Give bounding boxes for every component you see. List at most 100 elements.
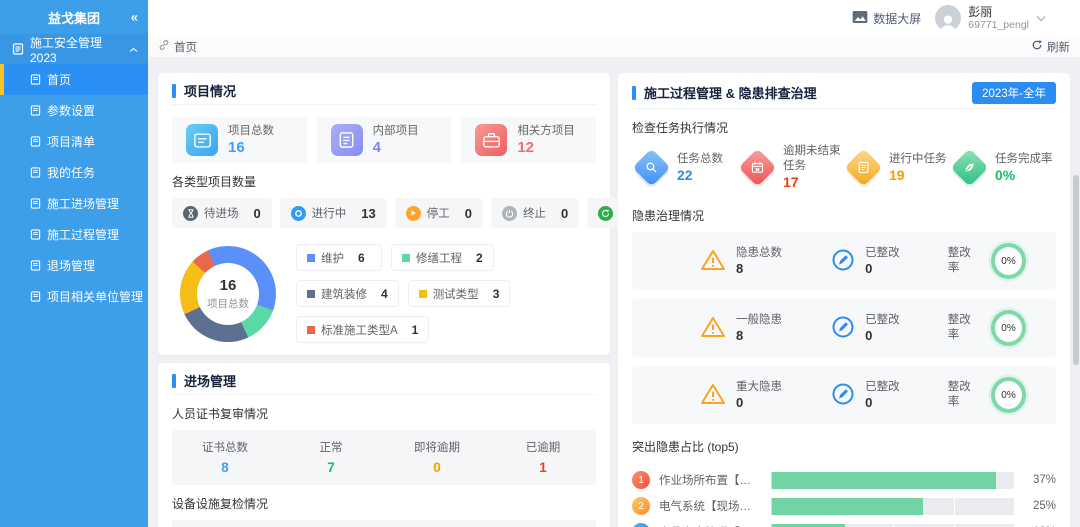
- hazard-value: 0: [736, 394, 744, 410]
- legend-value: 3: [492, 286, 500, 301]
- hazard-row-total: 隐患总数 8 已整改 0 整改率 0%: [632, 232, 1056, 290]
- hazard-bar-row: 3 食品安全管理【… 12%: [632, 519, 1056, 527]
- donut-total-label: 项目总数: [207, 297, 249, 310]
- year-filter-badge[interactable]: 2023年-全年: [972, 81, 1056, 104]
- hazard-label: 一般隐患: [736, 313, 782, 326]
- person-cert-table: 证书总数 正常 即将逾期 已逾期 8 7 0 1: [172, 430, 596, 485]
- chip-suspended[interactable]: 停工 0: [394, 198, 483, 228]
- cell-value: 1: [539, 460, 547, 475]
- sidebar-item-home[interactable]: 首页: [0, 64, 148, 95]
- sidebar-item-exit-mgmt[interactable]: 退场管理: [0, 250, 148, 281]
- edit-circle-icon: [831, 248, 855, 275]
- org-logo-row: 益戈集团 «: [0, 0, 148, 34]
- col-header: 证书总数: [202, 442, 248, 454]
- chip-in-progress[interactable]: 进行中 13: [279, 198, 387, 228]
- rank-badge: 3: [632, 523, 650, 527]
- donut-legend: 维护 6 修缮工程 2 建筑装修 4 测试类型 3 标准施工类型A 1: [296, 244, 596, 343]
- type-chips-row: 待进场 0 进行中 13 停工 0 终止 0: [172, 198, 676, 228]
- card-title-row: 进场管理: [172, 373, 596, 395]
- legend-label: 维护: [321, 252, 344, 265]
- rate-value: 0%: [1001, 389, 1016, 401]
- dashboard-app: 益戈集团 « 施工安全管理2023 首页 参数设置 项目清单 我的任务 施工进场…: [0, 0, 1080, 527]
- leaf-icon: [950, 148, 989, 187]
- task-label: 任务完成率: [995, 152, 1053, 165]
- page-scrollbar-thumb[interactable]: [1073, 175, 1079, 365]
- legend-swatch: [307, 289, 315, 298]
- avatar: [935, 5, 962, 31]
- legend-swatch: [418, 289, 427, 298]
- data-screen-link[interactable]: 数据大屏: [852, 10, 921, 27]
- entry-mgmt-title: 进场管理: [184, 374, 237, 389]
- legend-label: 修缮工程: [416, 252, 462, 265]
- cell-value: 0: [433, 460, 441, 475]
- legend-value: 1: [411, 322, 419, 337]
- chip-terminated[interactable]: 终止 0: [490, 198, 580, 228]
- legend-item: 修缮工程 2: [391, 244, 494, 271]
- hazard-value: 8: [736, 260, 744, 276]
- hazard-label: 隐患总数: [736, 246, 782, 259]
- project-type-donut-block: 16 项目总数 维护 6 修缮工程 2 建筑装修 4 测试类型 3 标准施工类型A 1: [172, 244, 596, 343]
- sidebar-item-params[interactable]: 参数设置: [0, 95, 148, 126]
- chevron-up-icon: [129, 42, 138, 56]
- stat-label: 项目总数: [228, 125, 274, 137]
- stat-label: 相关方项目: [517, 125, 575, 137]
- top-hazards-subtitle: 突出隐患占比 (top5): [632, 440, 739, 454]
- sidebar-nav: 首页 参数设置 项目清单 我的任务 施工进场管理 施工过程管理 退场管理 项目相…: [0, 64, 148, 312]
- stat-total-projects: 项目总数 16: [172, 117, 307, 163]
- cell-value: 8: [221, 460, 229, 475]
- project-overview-card: 项目情况 项目总数 16 内部项目 4 相关方项目 12 各类型项目数量 待进场…: [158, 73, 676, 355]
- hazard-value: 8: [736, 327, 744, 343]
- ring-icon: [290, 205, 306, 221]
- legend-value: 2: [476, 250, 483, 265]
- refresh-label: 刷新: [1047, 41, 1070, 54]
- bar-percent: 25%: [1032, 500, 1056, 512]
- breadcrumb[interactable]: 首页: [158, 39, 197, 55]
- top-hazards-chart: 1 作业场所布置【… 37% 2 电气系统【现场… 25% 3: [632, 467, 1056, 527]
- document-pen-icon: [844, 148, 883, 187]
- sidebar-collapse-icon[interactable]: «: [131, 10, 138, 25]
- document-icon: [30, 74, 41, 85]
- stat-related-party-projects: 相关方项目 12: [461, 117, 597, 163]
- user-menu[interactable]: 彭丽 69771_pengl: [935, 5, 1046, 31]
- task-label: 进行中任务: [889, 152, 947, 165]
- card-title-row: 项目情况: [172, 83, 596, 105]
- sidebar-item-project-list[interactable]: 项目清单: [0, 126, 148, 157]
- stat-task-total: 任务总数 22: [632, 144, 738, 191]
- bar-track: [771, 471, 1014, 489]
- sidebar-item-process-mgmt[interactable]: 施工过程管理: [0, 219, 148, 250]
- main-area: 数据大屏 彭丽 69771_pengl 首页 刷新 项目情况 项目总数 16 内…: [148, 0, 1080, 527]
- bar-track: [771, 497, 1014, 515]
- hazards-subtitle: 隐患治理情况: [632, 209, 705, 223]
- user-name: 彭丽: [968, 4, 993, 19]
- stat-value: 12: [517, 139, 535, 156]
- document-icon: [30, 198, 41, 209]
- sidebar-item-related-units[interactable]: 项目相关单位管理: [0, 281, 148, 312]
- rate-label: 整改率: [947, 247, 971, 274]
- sidebar-item-label: 首页: [47, 73, 72, 87]
- bar-track: [771, 523, 1014, 527]
- refresh-button[interactable]: 刷新: [1031, 39, 1070, 55]
- org-title: 益戈集团: [47, 10, 100, 26]
- bar-label: 作业场所布置【…: [659, 475, 751, 487]
- rate-ring: 0%: [991, 377, 1026, 413]
- title-accent-bar: [632, 85, 636, 100]
- legend-item: 维护 6: [296, 244, 382, 271]
- task-value: 0%: [995, 166, 1016, 183]
- sidebar-item-entry-mgmt[interactable]: 施工进场管理: [0, 188, 148, 219]
- donut-total-value: 16: [219, 276, 237, 294]
- task-label: 逾期未结束任务: [783, 145, 841, 172]
- warning-triangle-icon: [700, 382, 726, 409]
- donut-center: 16 项目总数: [197, 262, 259, 325]
- hazard-row-major: 重大隐患 0 已整改 0 整改率 0%: [632, 366, 1056, 424]
- stat-value: 4: [372, 139, 382, 156]
- sidebar-menu-parent[interactable]: 施工安全管理2023: [0, 34, 148, 65]
- edit-circle-icon: [831, 315, 855, 342]
- sidebar-item-my-tasks[interactable]: 我的任务: [0, 157, 148, 188]
- content: 项目情况 项目总数 16 内部项目 4 相关方项目 12 各类型项目数量 待进场…: [148, 58, 1080, 527]
- chip-value: 0: [253, 205, 261, 221]
- chip-pending-entry[interactable]: 待进场 0: [172, 198, 272, 228]
- chip-value: 0: [560, 205, 569, 221]
- donut-chart: 16 项目总数: [180, 245, 276, 342]
- task-stats-row: 任务总数 22 逾期未结束任务 17 进行中任务 19 任务完成率 0%: [632, 144, 1056, 191]
- calendar-alert-icon: [738, 148, 777, 187]
